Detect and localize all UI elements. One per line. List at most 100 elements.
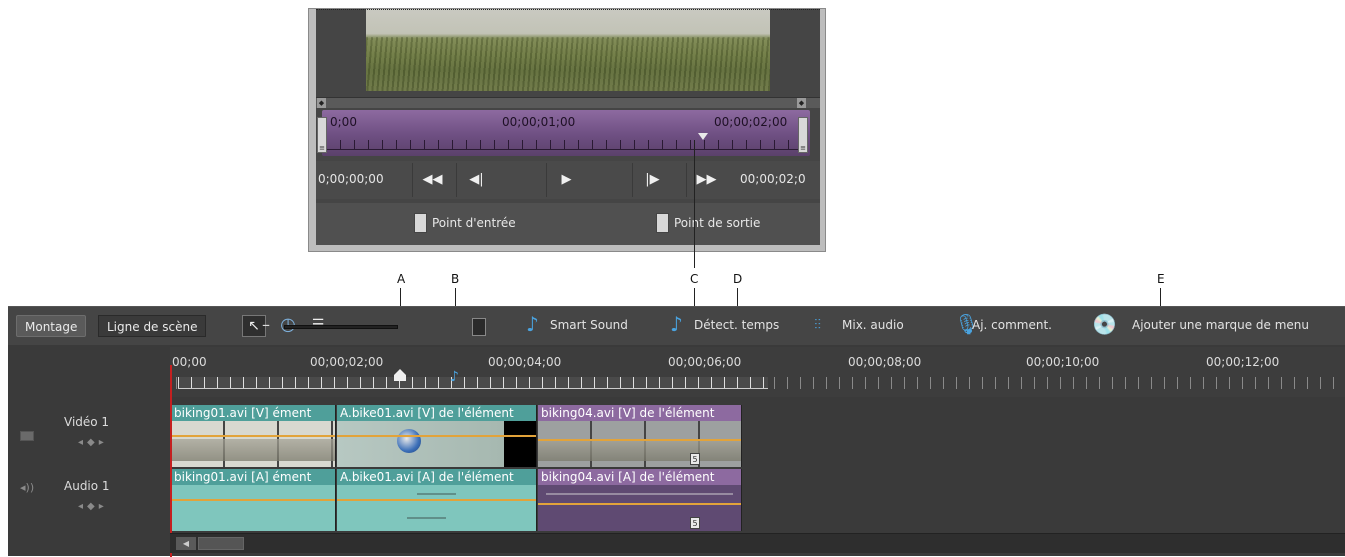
- clip-marker[interactable]: 5: [690, 517, 700, 529]
- clip-title: biking01.avi [A] ément: [171, 469, 335, 485]
- ball-thumbnail: [397, 429, 421, 453]
- menu-marker-disc-icon: 💿: [1092, 312, 1117, 336]
- monitor-timecode-end: 00;00;02;00: [714, 115, 788, 129]
- clip-monitor: ◆ ◆ 0;00 00;00;01;00 00;00;02;00 ≡ ≡ 0;0…: [308, 8, 826, 252]
- out-point-icon: [656, 213, 669, 233]
- in-point-icon: [414, 213, 427, 233]
- track-name-video: Vidéo 1: [64, 415, 110, 429]
- ruler-timecode: 00;00;10;00: [1026, 355, 1100, 369]
- monitor-scroll-strip[interactable]: ◆ ◆: [316, 97, 820, 108]
- step-forward-button[interactable]: |▶: [632, 163, 672, 197]
- playhead-line[interactable]: [170, 365, 172, 557]
- video-clip[interactable]: biking04.avi [V] de l'élément 5: [538, 405, 742, 467]
- timeline-panel: Montage Ligne de scène ↖ ◷ ☰ – ♪ Smart S…: [8, 306, 1345, 557]
- zoom-out-button[interactable]: –: [262, 315, 270, 334]
- clip-thumbnails: [171, 421, 335, 467]
- track-header-video: Vidéo 1 ◂◆▸: [8, 405, 170, 467]
- add-menu-marker-button[interactable]: Ajouter une marque de menu: [1132, 318, 1309, 332]
- scroll-left-button[interactable]: ◀: [176, 537, 196, 550]
- tab-ligne-de-scene[interactable]: Ligne de scène: [98, 315, 207, 337]
- fast-forward-button[interactable]: ▶▶: [686, 163, 726, 197]
- opacity-line[interactable]: [337, 435, 536, 437]
- out-point-button[interactable]: Point de sortie: [674, 216, 760, 230]
- detect-tempo-button[interactable]: Détect. temps: [694, 318, 779, 332]
- track-header-audio: ◂)) Audio 1 ◂◆▸: [8, 469, 170, 531]
- timeline-toolbar: Montage Ligne de scène ↖ ◷ ☰ – ♪ Smart S…: [8, 307, 1345, 345]
- keyframe-nav-icon[interactable]: ◂◆▸: [78, 437, 108, 448]
- beat-marker-icon[interactable]: ♪: [450, 369, 459, 385]
- selection-border: [316, 9, 820, 10]
- detect-beats-icon: ♪: [670, 312, 683, 336]
- ruler-timecode: 00;00;02;00: [310, 355, 384, 369]
- current-time-indicator[interactable]: [394, 369, 406, 381]
- callout-d: D: [733, 272, 743, 286]
- work-area-bar[interactable]: [178, 377, 768, 389]
- transport-controls: 0;00;00;00 ◀◀ ◀| ▶ |▶ ▶▶ 00;00;02;0: [316, 161, 820, 199]
- film-icon: [20, 431, 34, 441]
- monitor-timecode-start: 0;00: [330, 115, 357, 129]
- ruler-timecode: 00;00;06;00: [668, 355, 742, 369]
- speaker-icon: ◂)): [20, 481, 35, 494]
- video-clip[interactable]: A.bike01.avi [V] de l'élément: [337, 405, 537, 467]
- clip-thumbnails: [538, 421, 741, 467]
- callout-a: A: [397, 272, 406, 286]
- volume-line[interactable]: [337, 499, 536, 501]
- clip-title: biking04.avi [V] de l'élément: [538, 405, 741, 421]
- zoom-slider-thumb[interactable]: [472, 318, 486, 336]
- clip-marker[interactable]: 5: [690, 453, 700, 465]
- mix-audio-button[interactable]: Mix. audio: [842, 318, 904, 332]
- waveform: [546, 493, 733, 495]
- ruler-timecode: 00;00;04;00: [488, 355, 562, 369]
- current-timecode[interactable]: 0;00;00;00: [318, 172, 384, 186]
- add-narration-button[interactable]: Aj. comment.: [972, 318, 1052, 332]
- monitor-time-ruler[interactable]: 0;00 00;00;01;00 00;00;02;00: [322, 110, 810, 156]
- rewind-button[interactable]: ◀◀: [412, 163, 452, 197]
- monitor-current-time-marker[interactable]: [698, 133, 708, 140]
- ruler-timecode: 00;00: [172, 355, 207, 369]
- volume-line[interactable]: [171, 499, 335, 501]
- waveform: [407, 517, 446, 519]
- clip-title: biking01.avi [V] ément: [171, 405, 335, 421]
- audio-clip[interactable]: biking04.avi [A] de l'élément 5: [538, 469, 742, 531]
- monitor-inner: ◆ ◆ 0;00 00;00;01;00 00;00;02;00 ≡ ≡ 0;0…: [316, 9, 820, 245]
- waveform: [417, 493, 456, 495]
- scroll-left-cap[interactable]: ◆: [317, 98, 326, 108]
- duration-timecode: 00;00;02;0: [740, 172, 806, 186]
- callout-b: B: [451, 272, 460, 286]
- clip-title: A.bike01.avi [V] de l'élément: [337, 405, 536, 421]
- opacity-line[interactable]: [171, 435, 335, 437]
- timeline-horizontal-scrollbar[interactable]: ◀: [170, 533, 1345, 553]
- audio-clip[interactable]: biking01.avi [A] ément: [171, 469, 336, 531]
- opacity-line[interactable]: [538, 439, 741, 441]
- in-point-button[interactable]: Point d'entrée: [432, 216, 516, 230]
- clip-title: biking04.avi [A] de l'élément: [538, 469, 741, 485]
- video-preview: [366, 9, 770, 91]
- in-point-handle[interactable]: ≡: [317, 117, 327, 153]
- out-point-handle[interactable]: ≡: [798, 117, 808, 153]
- zoom-slider[interactable]: [284, 325, 398, 329]
- ruler-timecode: 00;00;12;00: [1206, 355, 1280, 369]
- scroll-thumb[interactable]: [198, 537, 244, 550]
- tab-montage[interactable]: Montage: [16, 315, 87, 337]
- ruler-timecode: 00;00;08;00: [848, 355, 922, 369]
- smart-sound-button[interactable]: Smart Sound: [550, 318, 628, 332]
- timeline-ruler[interactable]: 00;00 00;00;02;00 00;00;04;00 00;00;06;0…: [170, 347, 1345, 397]
- smart-sound-icon: ♪: [526, 312, 539, 336]
- clip-title: A.bike01.avi [A] de l'élément: [337, 469, 536, 485]
- callout-e: E: [1157, 272, 1165, 286]
- audio-clip[interactable]: A.bike01.avi [A] de l'élément: [337, 469, 537, 531]
- callout-c-line-top: [694, 140, 695, 268]
- video-clip[interactable]: biking01.avi [V] ément: [171, 405, 336, 467]
- cursor-arrow-icon: ↖: [248, 318, 260, 334]
- play-button[interactable]: ▶: [546, 163, 586, 197]
- track-name-audio: Audio 1: [64, 479, 110, 493]
- keyframe-nav-icon[interactable]: ◂◆▸: [78, 501, 108, 512]
- in-out-controls: Point d'entrée Point de sortie: [316, 203, 820, 245]
- step-back-button[interactable]: ◀|: [456, 163, 496, 197]
- black-frame: [504, 421, 536, 467]
- callout-c: C: [690, 272, 699, 286]
- monitor-timecode-mid: 00;00;01;00: [502, 115, 576, 129]
- scroll-right-cap[interactable]: ◆: [797, 98, 806, 108]
- audio-mixer-icon: ⫶⫶: [814, 317, 821, 333]
- volume-line[interactable]: [538, 503, 741, 505]
